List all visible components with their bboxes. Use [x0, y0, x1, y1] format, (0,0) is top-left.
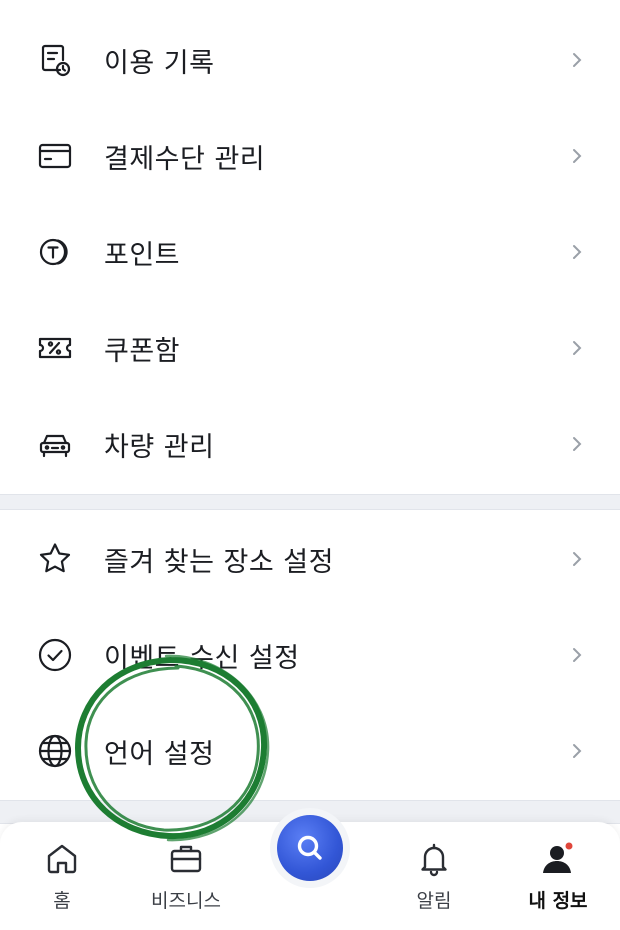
briefcase-icon [170, 845, 202, 873]
chevron-right-icon [573, 744, 582, 758]
tab-home[interactable]: 홈 [0, 822, 124, 930]
menu-item-event-notifications[interactable]: 이벤트 수신 설정 [0, 607, 620, 703]
menu-item-label: 결제수단 관리 [104, 143, 266, 175]
receipt-clock-icon [36, 41, 74, 79]
tab-business[interactable]: 비즈니스 [124, 822, 248, 930]
menu-item-usage-history[interactable]: 이용 기록 [0, 12, 620, 108]
menu-item-label: 이용 기록 [104, 47, 215, 79]
chevron-right-icon [573, 648, 582, 662]
section-divider [0, 494, 620, 510]
coin-t-icon [36, 233, 74, 271]
search-button[interactable] [270, 808, 350, 888]
menu-item-points[interactable]: 포인트 [0, 204, 620, 300]
menu-item-label: 포인트 [104, 239, 181, 271]
menu-item-payment-methods[interactable]: 결제수단 관리 [0, 108, 620, 204]
tab-my-info[interactable]: 내 정보 [496, 822, 620, 930]
bell-icon [421, 843, 447, 877]
chevron-right-icon [573, 245, 582, 259]
globe-icon [36, 732, 74, 770]
tab-label: 내 정보 [528, 890, 588, 912]
menu-item-label: 언어 설정 [104, 738, 215, 770]
tab-label: 비즈니스 [151, 890, 221, 912]
coupon-percent-icon [36, 329, 74, 367]
tab-label: 홈 [53, 890, 71, 912]
tab-alerts[interactable]: 알림 [372, 822, 496, 930]
menu-item-vehicle-management[interactable]: 차량 관리 [0, 396, 620, 492]
search-icon [297, 835, 322, 860]
check-circle-icon [36, 636, 74, 674]
menu-item-label: 쿠폰함 [104, 335, 181, 367]
menu-item-favorite-places[interactable]: 즐겨 찾는 장소 설정 [0, 511, 620, 607]
chevron-right-icon [573, 149, 582, 163]
star-icon [36, 540, 74, 578]
menu-item-coupons[interactable]: 쿠폰함 [0, 300, 620, 396]
card-icon [36, 137, 74, 175]
menu-item-label: 즐겨 찾는 장소 설정 [104, 546, 334, 578]
menu-item-language-settings[interactable]: 언어 설정 [0, 703, 620, 799]
notification-dot [565, 842, 573, 850]
chevron-right-icon [573, 437, 582, 451]
menu-item-label: 차량 관리 [104, 431, 215, 463]
chevron-right-icon [573, 53, 582, 67]
menu-item-label: 이벤트 수신 설정 [104, 642, 300, 674]
user-icon [543, 842, 573, 873]
home-icon [47, 844, 77, 874]
car-icon [36, 425, 74, 463]
chevron-right-icon [573, 341, 582, 355]
tab-label: 알림 [416, 890, 452, 912]
search-button-fill [277, 815, 343, 881]
chevron-right-icon [573, 552, 582, 566]
